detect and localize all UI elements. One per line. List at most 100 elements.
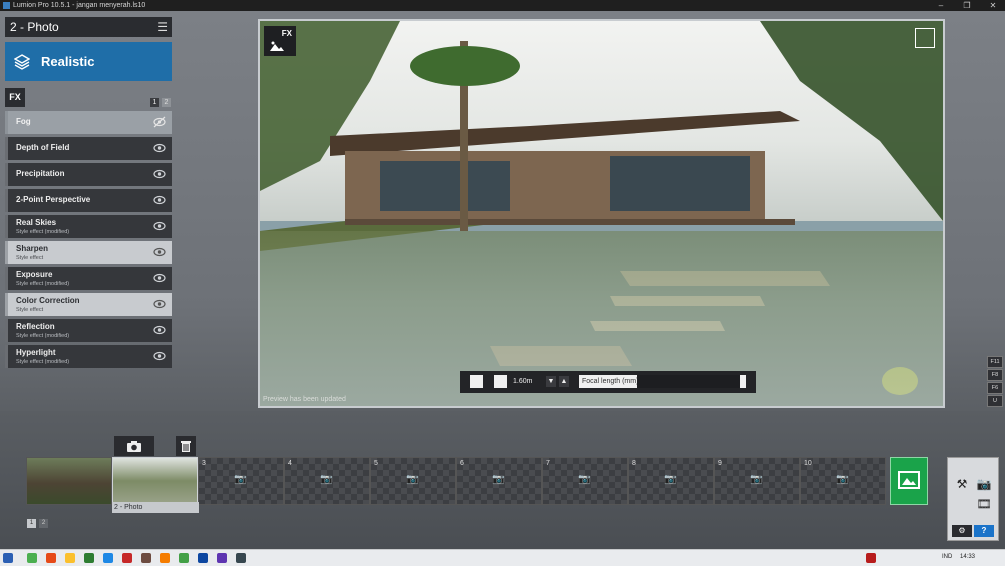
minimize-button[interactable]: – xyxy=(932,0,950,11)
save-camera-button[interactable] xyxy=(114,436,154,456)
clock[interactable]: 14:33 xyxy=(960,554,975,560)
effect-sub: Style effect (modified) xyxy=(16,333,70,339)
height-down-button[interactable]: ▼ xyxy=(546,376,556,387)
camera-icon: 📷 xyxy=(492,474,505,485)
effect-hyperlight[interactable]: Hyperlight Style effect (modified) xyxy=(5,345,172,368)
photo-slot-7[interactable]: 7 📷 xyxy=(542,457,628,505)
tray-app-icon[interactable] xyxy=(866,553,876,563)
taskbar-app-8[interactable] xyxy=(160,553,170,563)
camera-height-icon[interactable] xyxy=(494,375,507,388)
fx-page-2[interactable]: 2 xyxy=(162,98,171,107)
effect-sub: Style effect (modified) xyxy=(16,281,70,287)
eye-icon[interactable] xyxy=(153,324,166,336)
movie-mode-icon[interactable]: 🎞 xyxy=(973,494,995,514)
effect-name: Fog xyxy=(16,117,31,126)
taskbar-app-6[interactable] xyxy=(122,553,132,563)
slot-number: 9 xyxy=(718,460,722,467)
menu-icon[interactable]: ☰ xyxy=(157,20,168,34)
effect-sharpen[interactable]: Sharpen Style effect xyxy=(5,241,172,264)
effect-precipitation[interactable]: Precipitation xyxy=(5,163,172,186)
eye-off-icon[interactable] xyxy=(153,116,166,128)
slot-number: 6 xyxy=(460,460,464,467)
eye-icon[interactable] xyxy=(153,142,166,154)
taskbar-app-4[interactable] xyxy=(84,553,94,563)
taskbar-app-10[interactable] xyxy=(198,553,208,563)
fx-page-1[interactable]: 1 xyxy=(150,98,159,107)
focal-length-slider[interactable] xyxy=(637,375,740,388)
os-taskbar: IND 14:33 xyxy=(0,549,1005,566)
photo-slot-2[interactable] xyxy=(112,457,198,505)
photo-page-2[interactable]: 2 xyxy=(39,519,48,528)
eye-icon[interactable] xyxy=(153,350,166,362)
eye-icon[interactable] xyxy=(153,194,166,206)
eye-icon[interactable] xyxy=(153,272,166,284)
delete-photo-button[interactable] xyxy=(176,436,196,456)
key-hint-u[interactable]: U xyxy=(987,395,1003,407)
effect-bar xyxy=(5,293,8,316)
style-button[interactable]: Realistic xyxy=(5,42,172,81)
photo-slot-3[interactable]: 3 📷 xyxy=(198,457,284,505)
viewport-fx-button[interactable]: FX xyxy=(264,26,296,56)
effect-real-skies[interactable]: Real Skies Style effect (modified) xyxy=(5,215,172,238)
taskbar-app-5[interactable] xyxy=(103,553,113,563)
effect-depth-of-field[interactable]: Depth of Field xyxy=(5,137,172,160)
effect-bar xyxy=(5,189,8,212)
fullscreen-toggle[interactable] xyxy=(915,28,935,48)
taskbar-app-12[interactable] xyxy=(236,553,246,563)
preview-status: Preview has been updated xyxy=(263,396,346,403)
title-bar: Lumion Pro 10.5.1 - jangan menyerah.ls10… xyxy=(0,0,1005,11)
effect-exposure[interactable]: Exposure Style effect (modified) xyxy=(5,267,172,290)
restore-button[interactable]: ❐ xyxy=(958,0,976,11)
help-button[interactable]: ? xyxy=(974,525,994,537)
photo-fx-icon xyxy=(270,41,284,51)
render-viewport[interactable]: FX Preview has been updated 1.60m ▼ ▲ Fo… xyxy=(258,19,945,408)
render-photo-button[interactable] xyxy=(890,457,928,505)
key-hint-f6[interactable]: F6 xyxy=(987,382,1003,394)
panorama-mode-icon[interactable] xyxy=(973,514,995,524)
taskbar-app-2[interactable] xyxy=(46,553,56,563)
effect-reflection[interactable]: Reflection Style effect (modified) xyxy=(5,319,172,342)
eye-icon[interactable] xyxy=(153,298,166,310)
effect-fog[interactable]: Fog xyxy=(5,111,172,134)
effect-bar xyxy=(5,267,8,290)
key-hint-f8[interactable]: F8 xyxy=(987,369,1003,381)
height-up-button[interactable]: ▲ xyxy=(559,376,569,387)
camera-height-value: 1.60m xyxy=(513,378,533,385)
photo-slot-1[interactable] xyxy=(26,457,112,505)
slot-number: 3 xyxy=(202,460,206,467)
taskbar-app-9[interactable] xyxy=(179,553,189,563)
taskbar-app-7[interactable] xyxy=(141,553,151,563)
fx-tab[interactable]: FX xyxy=(5,88,25,107)
photo-slot-5[interactable]: 5 📷 xyxy=(370,457,456,505)
start-icon[interactable] xyxy=(3,553,13,563)
close-button[interactable]: ✕ xyxy=(984,0,1002,11)
photo-slot-6[interactable]: 6 📷 xyxy=(456,457,542,505)
photo-page-1[interactable]: 1 xyxy=(27,519,36,528)
effect-color-correction[interactable]: Color Correction Style effect xyxy=(5,293,172,316)
eye-icon[interactable] xyxy=(153,168,166,180)
effect-bar xyxy=(5,319,8,342)
language-indicator[interactable]: IND xyxy=(942,554,952,560)
key-hint-f11[interactable]: F11 xyxy=(987,356,1003,368)
style-label: Realistic xyxy=(41,54,95,69)
photo-slot-9[interactable]: 9 📷 xyxy=(714,457,800,505)
effects-list: Fog Depth of Field Precipitation 2-Point… xyxy=(5,111,172,371)
photo-mode-icon[interactable]: 📷 xyxy=(973,474,995,494)
build-mode-icon[interactable]: ⚒ xyxy=(951,474,973,494)
photo-slot-8[interactable]: 8 📷 xyxy=(628,457,714,505)
slot-number: 4 xyxy=(288,460,292,467)
settings-icon[interactable]: ⚙ xyxy=(952,525,972,537)
effect-bar xyxy=(5,111,8,134)
eye-icon[interactable] xyxy=(153,220,166,232)
camera-level-icon[interactable] xyxy=(470,375,483,388)
effect-sub: Style effect (modified) xyxy=(16,229,70,235)
eye-icon[interactable] xyxy=(153,246,166,258)
photo-slot-10[interactable]: 10 📷 xyxy=(800,457,886,505)
save-icon[interactable] xyxy=(951,514,973,524)
taskbar-app-3[interactable] xyxy=(65,553,75,563)
effect-2-point-perspective[interactable]: 2-Point Perspective xyxy=(5,189,172,212)
photo-slot-4[interactable]: 4 📷 xyxy=(284,457,370,505)
app-icon xyxy=(3,2,10,9)
taskbar-app-1[interactable] xyxy=(27,553,37,563)
taskbar-app-11[interactable] xyxy=(217,553,227,563)
